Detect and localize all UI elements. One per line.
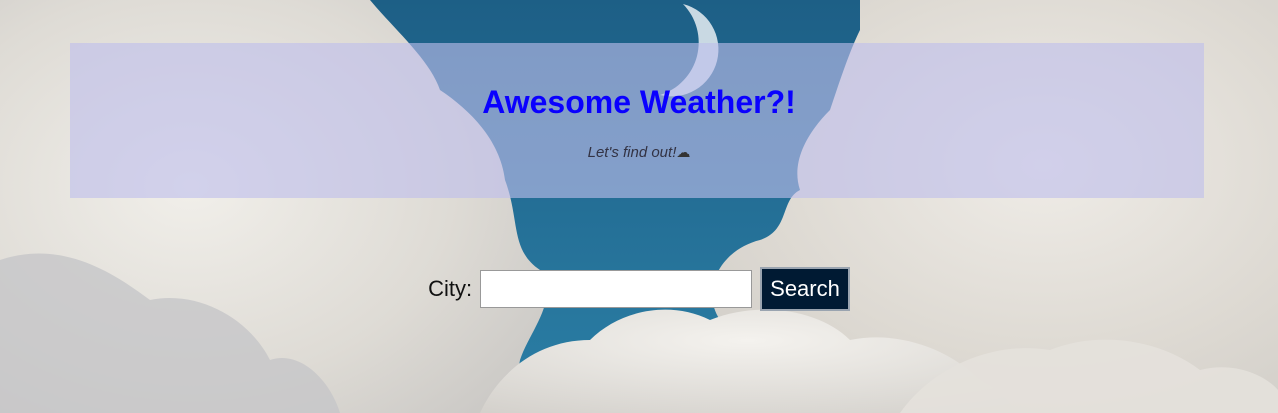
city-search-form: City: Search (0, 267, 1278, 311)
search-button[interactable]: Search (760, 267, 850, 311)
page-title: Awesome Weather?! (482, 84, 796, 120)
cloud-icon: ☁ (676, 144, 691, 160)
city-input[interactable] (480, 270, 753, 308)
city-label: City: (428, 276, 473, 301)
subtitle-text: Let's find out! (587, 144, 677, 161)
page-subtitle: Let's find out!☁ (0, 144, 1278, 161)
